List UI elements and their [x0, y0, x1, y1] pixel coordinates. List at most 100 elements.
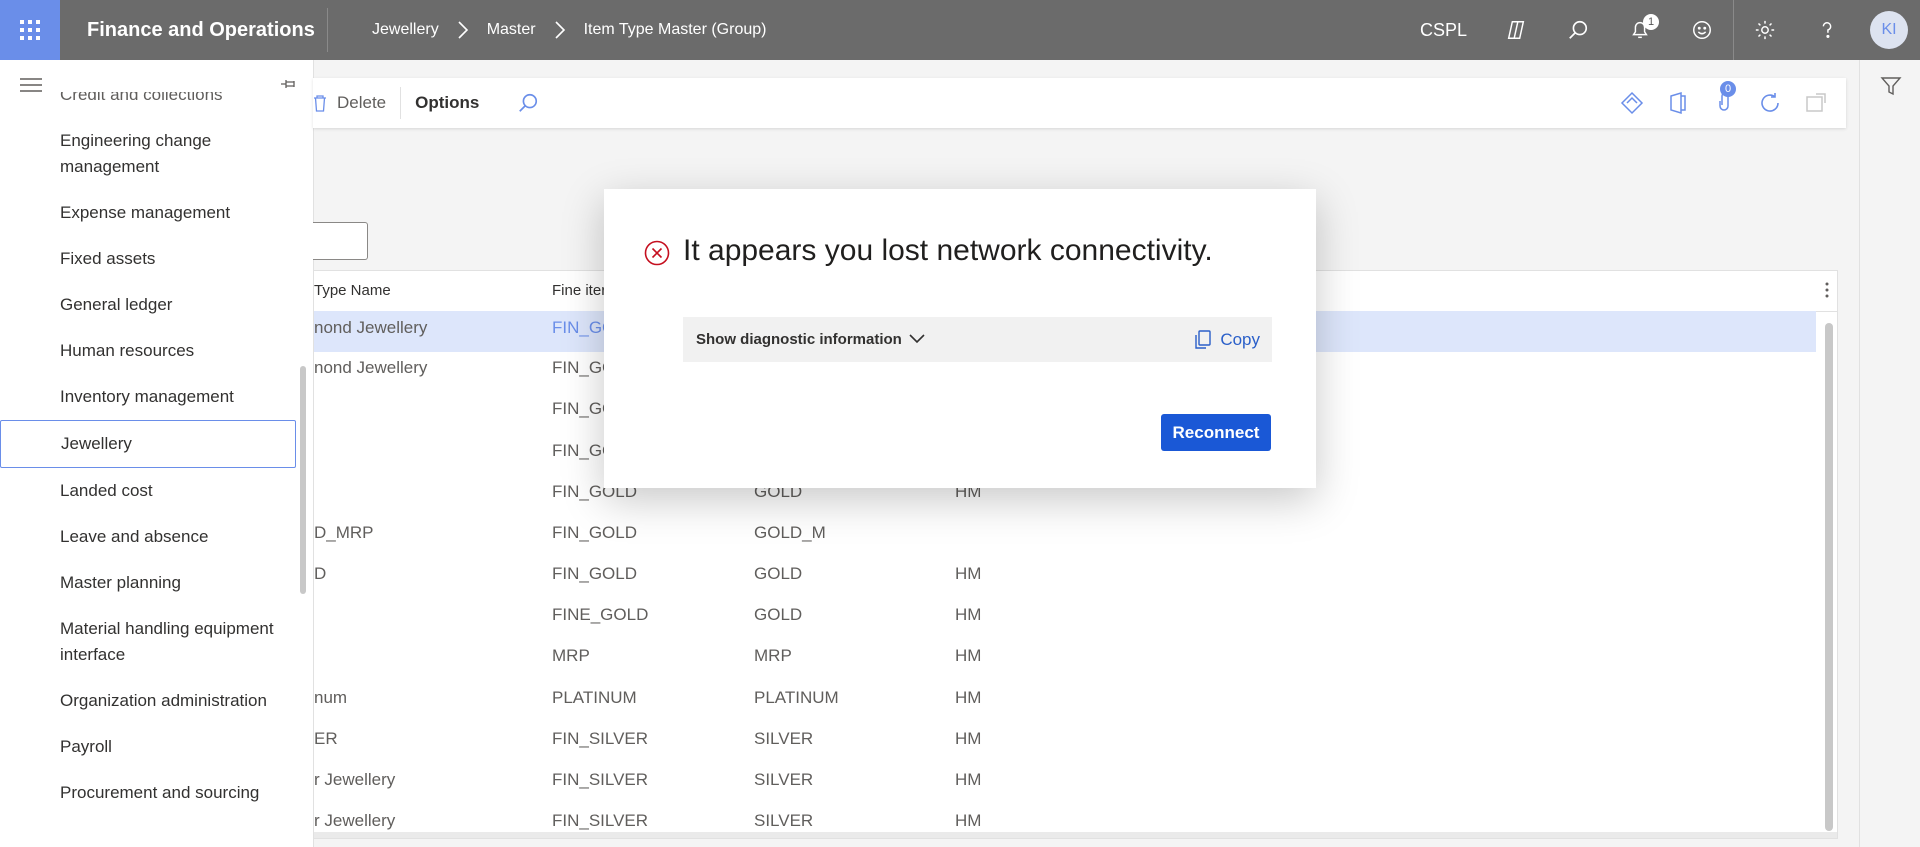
search-icon[interactable]	[517, 92, 539, 114]
table-cell: HM	[955, 646, 982, 665]
filter-icon[interactable]	[1880, 75, 1902, 97]
chevron-right-icon	[554, 20, 566, 40]
table-cell: D	[314, 564, 327, 583]
table-cell: SILVER	[754, 770, 814, 789]
waffle-icon[interactable]	[0, 0, 60, 60]
copy-icon	[1195, 329, 1212, 349]
breadcrumb-item[interactable]: Master	[487, 21, 536, 39]
navigation-pane: Credit and collections Engineering chang…	[0, 60, 314, 847]
table-row[interactable]: num PLATINUM PLATINUM HM	[314, 681, 1816, 722]
grid-scrollbar[interactable]	[1825, 323, 1833, 831]
table-row[interactable]: r Jewellery FIN_SILVER SILVER HM	[314, 763, 1816, 804]
smiley-icon[interactable]	[1671, 0, 1733, 60]
avatar[interactable]: KI	[1870, 11, 1908, 49]
attachments-button[interactable]: 0	[1712, 80, 1736, 118]
sidebar-item-master-planning[interactable]: Master planning	[0, 560, 300, 606]
grid-horizontal-scrollbar[interactable]	[314, 832, 1837, 838]
table-cell: MRP	[754, 646, 792, 665]
table-cell: nond Jewellery	[314, 358, 428, 377]
top-bar-actions: CSPL 1 KI	[1420, 0, 1920, 60]
table-cell: num	[314, 688, 348, 707]
breadcrumb: Jewellery Master Item Type Master (Group…	[372, 0, 766, 60]
table-row[interactable]: FINE_GOLD GOLD HM	[314, 598, 1816, 639]
table-row[interactable]: MRP MRP HM	[314, 639, 1816, 680]
bell-icon[interactable]: 1	[1609, 0, 1671, 60]
sidebar-item-credit-and-collections[interactable]: Credit and collections	[0, 92, 300, 118]
sidebar-item-general-ledger[interactable]: General ledger	[0, 282, 300, 328]
table-row[interactable]: D FIN_GOLD GOLD HM	[314, 557, 1816, 598]
sidebar-item-leave-and-absence[interactable]: Leave and absence	[0, 514, 300, 560]
office-icon[interactable]	[1666, 91, 1690, 115]
app-title[interactable]: Finance and Operations	[87, 0, 315, 60]
table-row[interactable]: D_MRP FIN_GOLD GOLD_M	[314, 516, 1816, 557]
module-list: Credit and collections Engineering chang…	[0, 92, 300, 816]
table-cell: FIN_GOLD	[552, 564, 638, 583]
table-row[interactable]: ER FIN_SILVER SILVER HM	[314, 722, 1816, 763]
show-diagnostic-toggle[interactable]: Show diagnostic information	[696, 317, 902, 362]
sidebar-item-human-resources[interactable]: Human resources	[0, 328, 300, 374]
sidebar-item-jewellery[interactable]: Jewellery	[0, 420, 296, 468]
reconnect-button[interactable]: Reconnect	[1161, 414, 1271, 451]
sidebar-item-payroll[interactable]: Payroll	[0, 724, 300, 770]
table-cell: HM	[955, 770, 982, 789]
hamburger-icon[interactable]	[20, 77, 42, 93]
sidebar-item-expense-management[interactable]: Expense management	[0, 190, 300, 236]
attachment-count-badge: 0	[1720, 80, 1736, 97]
chevron-down-icon[interactable]	[908, 331, 926, 347]
copy-button[interactable]: Copy	[1194, 317, 1260, 362]
table-cell: SILVER	[754, 729, 814, 748]
sidebar-item-engineering-change-management[interactable]: Engineering change management	[0, 118, 300, 190]
table-cell: MRP	[552, 646, 590, 665]
sidebar-item-procurement-and-sourcing[interactable]: Procurement and sourcing	[0, 770, 300, 816]
dialog-title: It appears you lost network connectivity…	[683, 234, 1213, 267]
sidebar-item-inventory-management[interactable]: Inventory management	[0, 374, 300, 420]
sidebar-item-landed-cost[interactable]: Landed cost	[0, 468, 300, 514]
sidebar-item-fixed-assets[interactable]: Fixed assets	[0, 236, 300, 282]
user-menu[interactable]: KI	[1858, 0, 1920, 60]
right-strip	[1859, 60, 1920, 847]
refresh-icon[interactable]	[1758, 91, 1782, 115]
breadcrumb-item[interactable]: Item Type Master (Group)	[584, 21, 767, 39]
help-icon[interactable]	[1796, 0, 1858, 60]
table-cell: ER	[314, 729, 338, 748]
divider	[327, 8, 328, 52]
divider	[400, 87, 402, 119]
table-cell: nond Jewellery	[314, 318, 428, 337]
copy-label: Copy	[1220, 329, 1260, 349]
breadcrumb-item[interactable]: Jewellery	[372, 21, 439, 39]
filter-input[interactable]	[313, 222, 368, 260]
table-cell: r Jewellery	[314, 770, 396, 789]
search-icon[interactable]	[1547, 0, 1609, 60]
copilot-icon[interactable]	[1485, 0, 1547, 60]
options-tab[interactable]: Options	[415, 93, 479, 113]
connection-lost-dialog: It appears you lost network connectivity…	[604, 189, 1316, 488]
table-cell: FIN_SILVER	[552, 729, 649, 748]
table-cell: GOLD_M	[754, 523, 826, 542]
table-cell: D_MRP	[314, 523, 374, 542]
delete-label: Delete	[337, 93, 387, 112]
company-selector[interactable]: CSPL	[1420, 20, 1467, 41]
table-cell: HM	[955, 564, 982, 583]
sidebar-scrollbar[interactable]	[300, 366, 306, 594]
table-cell: FIN_SILVER	[552, 770, 649, 789]
table-cell: FIN_GOLD	[552, 523, 638, 542]
sidebar-item-organization-administration[interactable]: Organization administration	[0, 678, 300, 724]
open-new-window-icon[interactable]	[1804, 91, 1828, 115]
column-header-type-name[interactable]: Type Name	[314, 271, 391, 311]
action-pane-tools: 0	[1620, 78, 1828, 128]
top-bar: Finance and Operations Jewellery Master …	[0, 0, 1920, 60]
column-header-fine-item[interactable]: Fine iter	[552, 271, 606, 311]
action-pane: Delete Options 0	[313, 78, 1846, 128]
table-cell: HM	[955, 688, 982, 707]
notification-badge: 1	[1643, 14, 1659, 30]
gear-icon[interactable]	[1734, 0, 1796, 60]
trash-icon	[314, 95, 326, 112]
power-apps-icon[interactable]	[1620, 91, 1644, 115]
table-cell: FINE_GOLD	[552, 605, 649, 624]
table-row[interactable]: r Jewellery FIN_SILVER SILVER HM	[314, 804, 1816, 845]
table-cell: PLATINUM	[754, 688, 839, 707]
more-options-icon[interactable]	[1825, 281, 1829, 299]
pin-icon[interactable]	[280, 76, 298, 92]
sidebar-item-material-handling-equipment-interface[interactable]: Material handling equipment interface	[0, 606, 300, 678]
delete-button[interactable]: Delete	[313, 93, 386, 113]
